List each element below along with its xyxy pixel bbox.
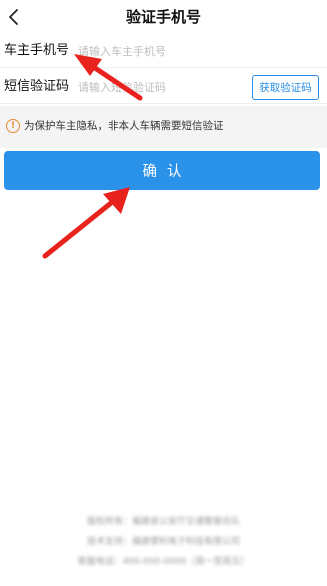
phone-label: 车主手机号 — [4, 43, 70, 58]
footer-hotline: 客服电话：400-000-0000（周一至周五） — [77, 557, 250, 567]
get-code-button[interactable]: 获取验证码 — [252, 75, 319, 100]
sms-code-input[interactable] — [78, 77, 243, 97]
exclamation-circle-icon: ! — [6, 119, 20, 133]
footer: 版权所有：福建省公安厅交通警察总队 技术支持：福建便利电子科技有限公司 客服电话… — [0, 512, 327, 572]
phone-input[interactable] — [78, 41, 243, 61]
confirm-button[interactable]: 确认 — [4, 151, 320, 190]
footer-copyright: 版权所有：福建省公安厅交通警察总队 — [86, 517, 240, 527]
sms-code-label: 短信验证码 — [4, 79, 70, 94]
top-bar: 验证手机号 — [0, 0, 327, 34]
arrow-to-confirm-button — [42, 187, 130, 259]
phone-row: 车主手机号 — [0, 34, 327, 68]
sms-code-row: 短信验证码 获取验证码 — [0, 70, 327, 104]
privacy-notice: ! 为保护车主隐私，非本人车辆需要短信验证 — [0, 106, 327, 148]
chevron-left-icon — [9, 9, 18, 25]
notice-text: 为保护车主隐私，非本人车辆需要短信验证 — [24, 120, 224, 132]
page-title: 验证手机号 — [125, 8, 201, 26]
footer-support: 技术支持：福建便利电子科技有限公司 — [86, 537, 240, 547]
back-button[interactable] — [4, 5, 24, 29]
